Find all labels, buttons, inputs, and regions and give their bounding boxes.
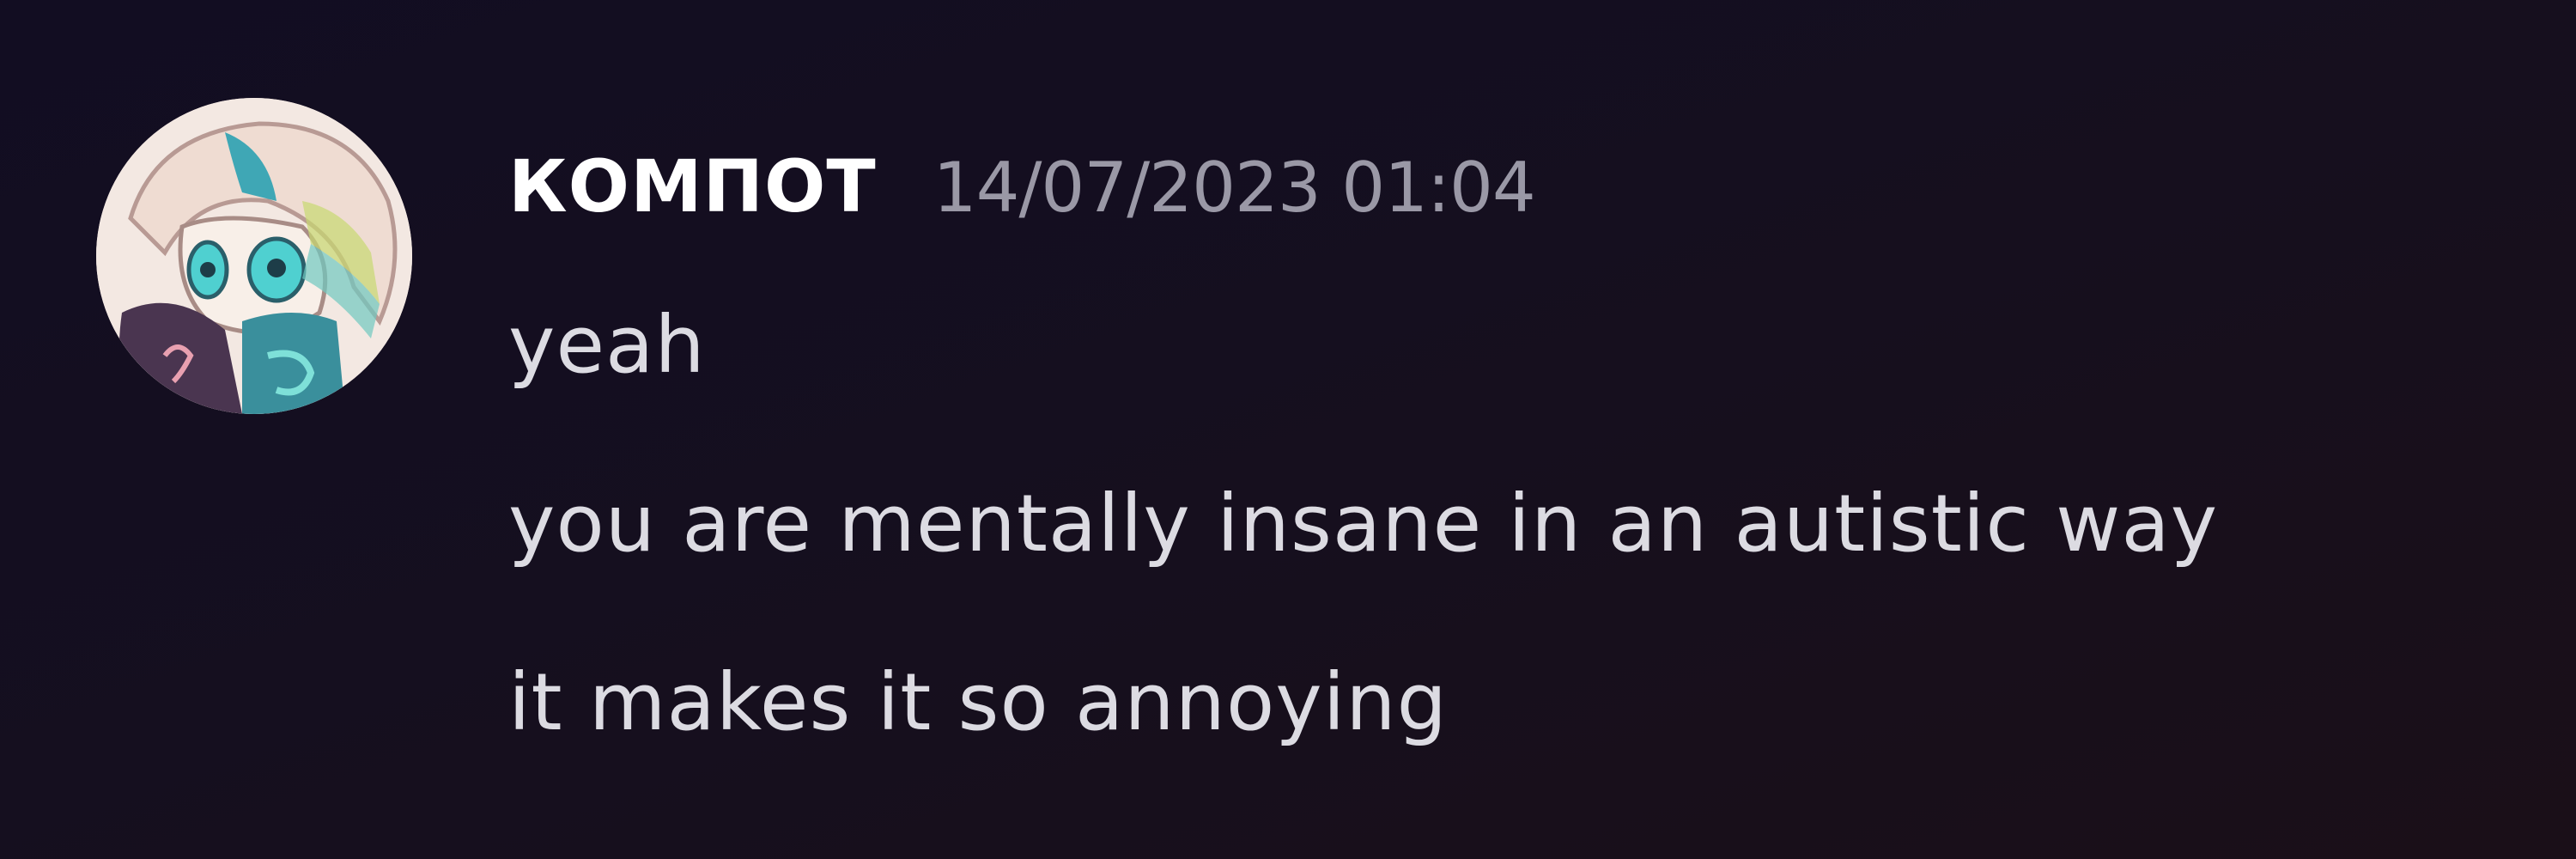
timestamp: 14/07/2023 01:04: [933, 148, 1536, 228]
message-line: yeah: [508, 299, 706, 391]
avatar-illustration: [96, 98, 412, 414]
message-header: КОМПОТ 14/07/2023 01:04: [508, 144, 1536, 247]
message-line: it makes it so annoying: [508, 656, 1448, 748]
message-line: you are mentally insane in an autistic w…: [508, 478, 2219, 570]
chat-message: КОМПОТ 14/07/2023 01:04 yeah you are men…: [0, 0, 2576, 859]
user-avatar-icon[interactable]: [96, 98, 412, 414]
username[interactable]: КОМПОТ: [508, 144, 877, 228]
